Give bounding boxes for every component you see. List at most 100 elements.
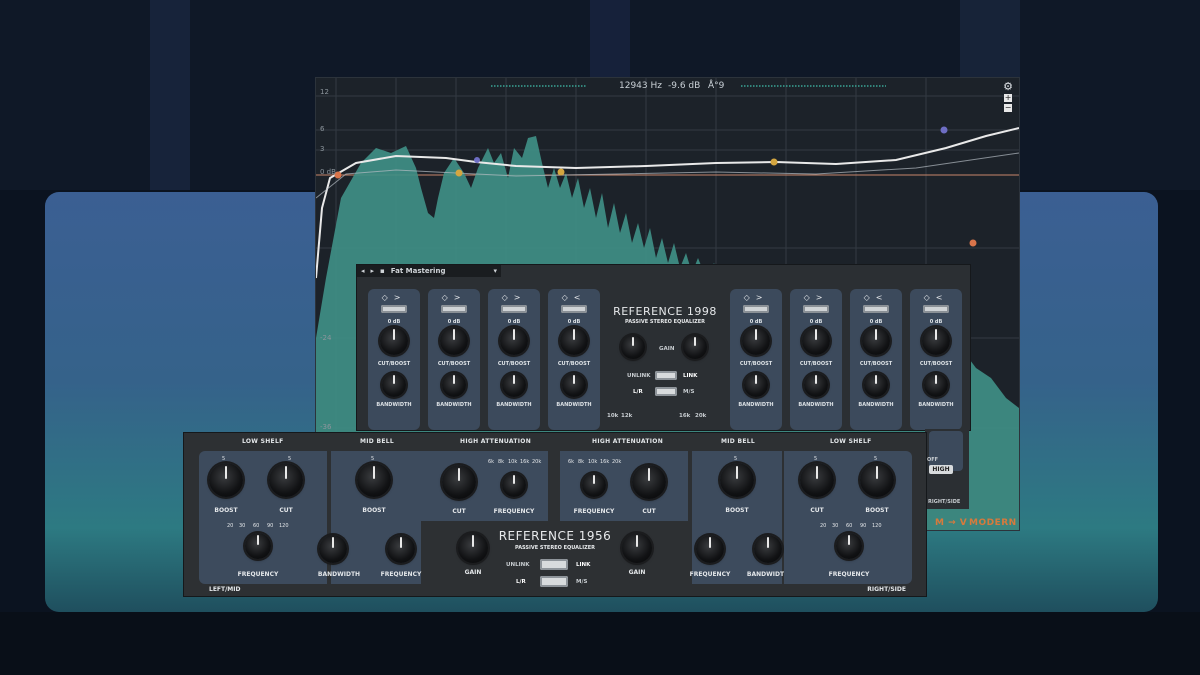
chevron-down-icon[interactable]: ▾ [493,267,501,275]
freq-tick: 20k [532,459,542,465]
cut-boost-knob[interactable] [862,327,890,355]
cut-boost-label: CUT/BOOST [859,361,893,367]
zoom-in-icon[interactable]: + [1004,94,1013,102]
cut-boost-knob[interactable] [380,327,408,355]
cut-boost-label: CUT/BOOST [919,361,953,367]
cut-boost-knob[interactable] [500,327,528,355]
prev-preset-button[interactable]: ◂ [361,267,365,275]
filter-shape-icon: ◇> [381,293,407,302]
band-switch[interactable] [923,305,949,313]
gain-scale: 0 dB [447,319,461,325]
bandwidth-knob[interactable] [442,373,466,397]
bandwidth-knob[interactable] [744,373,768,397]
gain-knob-left[interactable] [621,335,645,359]
gain-scale: 0 dB [567,319,581,325]
boost-knob[interactable] [357,463,391,497]
gear-icon[interactable]: ⚙ [1003,81,1013,92]
band-strip: ◇> 0 dB CUT/BOOST BANDWIDTH [790,289,842,430]
filter-shape-icon: ◇> [441,293,467,302]
freq-tick: 60 [253,523,260,529]
bandwidth-knob[interactable] [864,373,888,397]
band-strip: ◇> 0 dB CUT/BOOST BANDWIDTH [488,289,540,430]
preset-bar: ◂ ▸ ▪ Fat Mastering ▾ [357,265,501,277]
boost-knob[interactable] [720,463,754,497]
cut-boost-label: CUT/BOOST [799,361,833,367]
scale-label: 12 [320,88,329,96]
frequency-label: FREQUENCY [689,571,731,578]
band-strip: ◇> 0 dB CUT/BOOST BANDWIDTH [730,289,782,430]
gain-label: GAIN [659,346,675,352]
gain-knob-right[interactable] [683,335,707,359]
high-band-button[interactable]: HIGH [929,465,953,474]
boost-knob[interactable] [860,463,894,497]
cut-boost-knob[interactable] [560,327,588,355]
link-toggle[interactable] [655,371,677,380]
mid-bell-left: BOOST BANDWIDTH FREQUENCY 5 [318,451,421,584]
mode-mv-button[interactable]: M → V [935,518,967,528]
freq-tick: 16k [679,413,691,419]
section-header: LOW SHELF [242,438,284,445]
gain-knob-right[interactable] [622,533,652,563]
band-strip: ◇> 0 dB CUT/BOOST BANDWIDTH [368,289,420,430]
frequency-label: FREQUENCY [380,571,422,578]
cut-knob[interactable] [632,465,666,499]
high-atten-right: FREQUENCY CUT 6k 8k 10k 16k 20k [560,451,688,521]
gain-readout: -9.6 dB [668,81,701,91]
preset-name[interactable]: Fat Mastering [391,267,446,275]
band-switch[interactable] [561,305,587,313]
band-switch[interactable] [863,305,889,313]
ms-label: M/S [683,389,695,395]
cut-boost-label: CUT/BOOST [557,361,591,367]
bandwidth-knob[interactable] [382,373,406,397]
frequency-knob[interactable] [836,533,862,559]
gain-label: GAIN [628,569,646,576]
frequency-label: FREQUENCY [237,571,279,578]
section-header: HIGH ATTENUATION [592,438,664,445]
cut-boost-label: CUT/BOOST [377,361,411,367]
panel-title: REFERENCE 1956 [498,529,612,543]
bandwidth-knob[interactable] [804,373,828,397]
cut-knob[interactable] [442,465,476,499]
band-switch[interactable] [441,305,467,313]
frequency-knob[interactable] [696,535,724,563]
frequency-knob[interactable] [387,535,415,563]
band-switch[interactable] [501,305,527,313]
band-switch[interactable] [381,305,407,313]
frequency-knob[interactable] [245,533,271,559]
scale-tick: 5 [734,456,738,462]
cut-label: CUT [452,508,466,515]
boost-label: BOOST [865,507,889,514]
link-toggle[interactable] [540,559,568,570]
cut-boost-knob[interactable] [742,327,770,355]
band-strip: ◇< 0 dB CUT/BOOST BANDWIDTH [548,289,600,430]
frequency-knob[interactable] [582,473,606,497]
cut-boost-knob[interactable] [922,327,950,355]
bandwidth-knob[interactable] [502,373,526,397]
cut-knob[interactable] [800,463,834,497]
band-switch[interactable] [803,305,829,313]
cut-boost-knob[interactable] [440,327,468,355]
bandwidth-knob[interactable] [754,535,782,563]
freq-tick: 10k [588,459,598,465]
bandwidth-knob[interactable] [924,373,948,397]
preset-icon: ▪ [380,267,385,275]
cut-knob[interactable] [269,463,303,497]
cut-boost-knob[interactable] [802,327,830,355]
gain-scale: 0 dB [387,319,401,325]
frequency-knob[interactable] [502,473,526,497]
band-switch[interactable] [743,305,769,313]
reference-1956-panel: LOW SHELF MID BELL HIGH ATTENUATION HIGH… [183,432,927,597]
bandwidth-knob[interactable] [562,373,586,397]
boost-knob[interactable] [209,463,243,497]
next-preset-button[interactable]: ▸ [371,267,375,275]
stereo-mode-toggle[interactable] [655,387,677,396]
low-shelf-left: BOOST CUT FREQUENCY 5 5 20 30 60 90 120 [199,451,327,584]
bandwidth-label: BANDWIDTH [738,402,774,408]
zoom-out-icon[interactable]: − [1004,104,1013,112]
stereo-mode-toggle[interactable] [540,576,568,587]
freq-tick: 20 [227,523,234,529]
bandwidth-knob[interactable] [319,535,347,563]
bandwidth-label: BANDWIDTH [858,402,894,408]
bandwidth-label: BANDWIDTH [556,402,592,408]
mode-modern-button[interactable]: MODERN [969,518,1017,528]
